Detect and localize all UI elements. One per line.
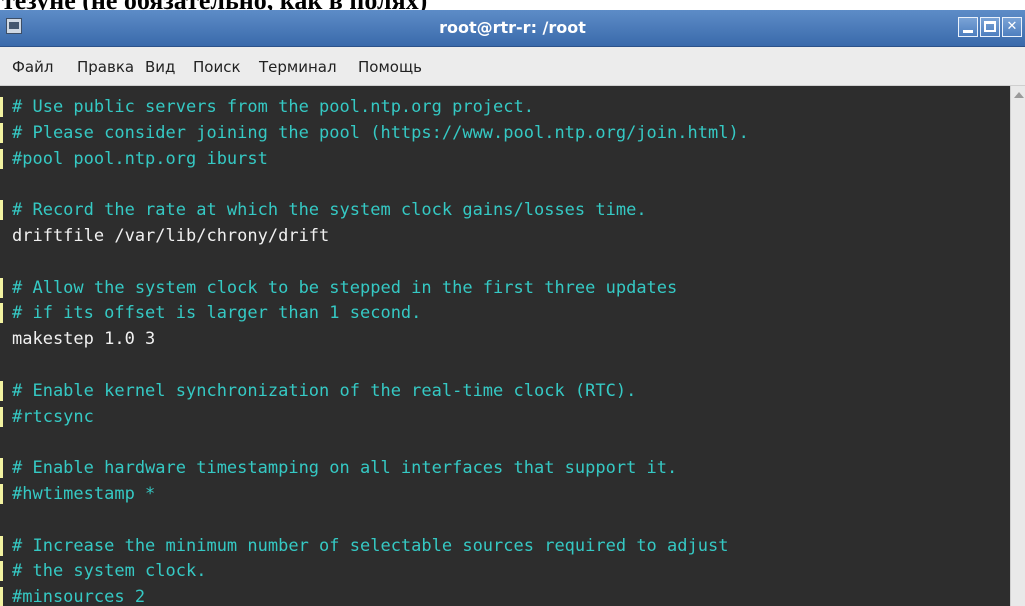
terminal-line: driftfile /var/lib/chrony/drift bbox=[12, 226, 330, 246]
menu-edit[interactable]: Правка bbox=[77, 58, 134, 76]
terminal-line: # if its offset is larger than 1 second. bbox=[12, 303, 422, 324]
terminal-line: #pool pool.ntp.org iburst bbox=[12, 148, 268, 169]
menu-terminal[interactable]: Терминал bbox=[259, 58, 337, 76]
line-gutter-mark bbox=[0, 561, 3, 582]
line-gutter-mark bbox=[0, 406, 3, 427]
menu-search[interactable]: Поиск bbox=[193, 58, 241, 76]
line-gutter-mark bbox=[0, 148, 3, 169]
terminal-line: #minsources 2 bbox=[12, 587, 146, 606]
menu-help[interactable]: Помощь bbox=[358, 58, 422, 76]
line-gutter-mark bbox=[0, 535, 3, 556]
minimize-button[interactable] bbox=[958, 17, 978, 37]
terminal-line: # Allow the system clock to be stepped i… bbox=[12, 277, 678, 298]
terminal-line: # Use public servers from the pool.ntp.o… bbox=[12, 97, 534, 117]
terminal-line: # Record the rate at which the system cl… bbox=[12, 200, 647, 221]
terminal-window: root@rtr-r: /root ✕ Файл Правка Вид Поис… bbox=[0, 10, 1025, 606]
document-header-text: тезуне (не обязательно, как в полях) bbox=[0, 0, 1025, 10]
menu-file[interactable]: Файл bbox=[12, 58, 53, 76]
terminal-output[interactable]: # Use public servers from the pool.ntp.o… bbox=[0, 86, 1010, 606]
line-gutter-mark bbox=[0, 380, 3, 401]
line-gutter-mark bbox=[0, 200, 3, 221]
minimize-icon bbox=[963, 30, 973, 33]
terminal-line: # Enable hardware timestamping on all in… bbox=[12, 458, 678, 479]
terminal-line: makestep 1.0 3 bbox=[12, 329, 156, 350]
line-gutter-mark bbox=[0, 97, 3, 117]
line-gutter-mark bbox=[0, 122, 3, 143]
terminal-line: # the system clock. bbox=[12, 561, 207, 582]
line-gutter-mark bbox=[0, 277, 3, 298]
terminal-line: # Please consider joining the pool (http… bbox=[12, 122, 749, 143]
title-bar[interactable]: root@rtr-r: /root ✕ bbox=[0, 10, 1025, 47]
scroll-up-icon[interactable] bbox=[1014, 92, 1024, 98]
terminal-line: # Increase the minimum number of selecta… bbox=[12, 535, 729, 556]
menu-bar: Файл Правка Вид Поиск Терминал Помощь bbox=[0, 47, 1025, 86]
line-gutter-mark bbox=[0, 458, 3, 479]
vertical-scrollbar[interactable] bbox=[1010, 86, 1025, 606]
terminal-line: # Enable kernel synchronization of the r… bbox=[12, 380, 637, 401]
line-gutter-mark bbox=[0, 484, 3, 504]
terminal-line: #rtcsync bbox=[12, 406, 94, 427]
maximize-icon bbox=[984, 21, 996, 32]
line-gutter-mark bbox=[0, 303, 3, 324]
window-title: root@rtr-r: /root bbox=[439, 18, 586, 37]
terminal-line: #hwtimestamp * bbox=[12, 484, 156, 504]
line-gutter-mark bbox=[0, 587, 3, 606]
maximize-button[interactable] bbox=[980, 17, 1000, 37]
menu-view[interactable]: Вид bbox=[145, 58, 175, 76]
close-button[interactable]: ✕ bbox=[1002, 17, 1022, 37]
